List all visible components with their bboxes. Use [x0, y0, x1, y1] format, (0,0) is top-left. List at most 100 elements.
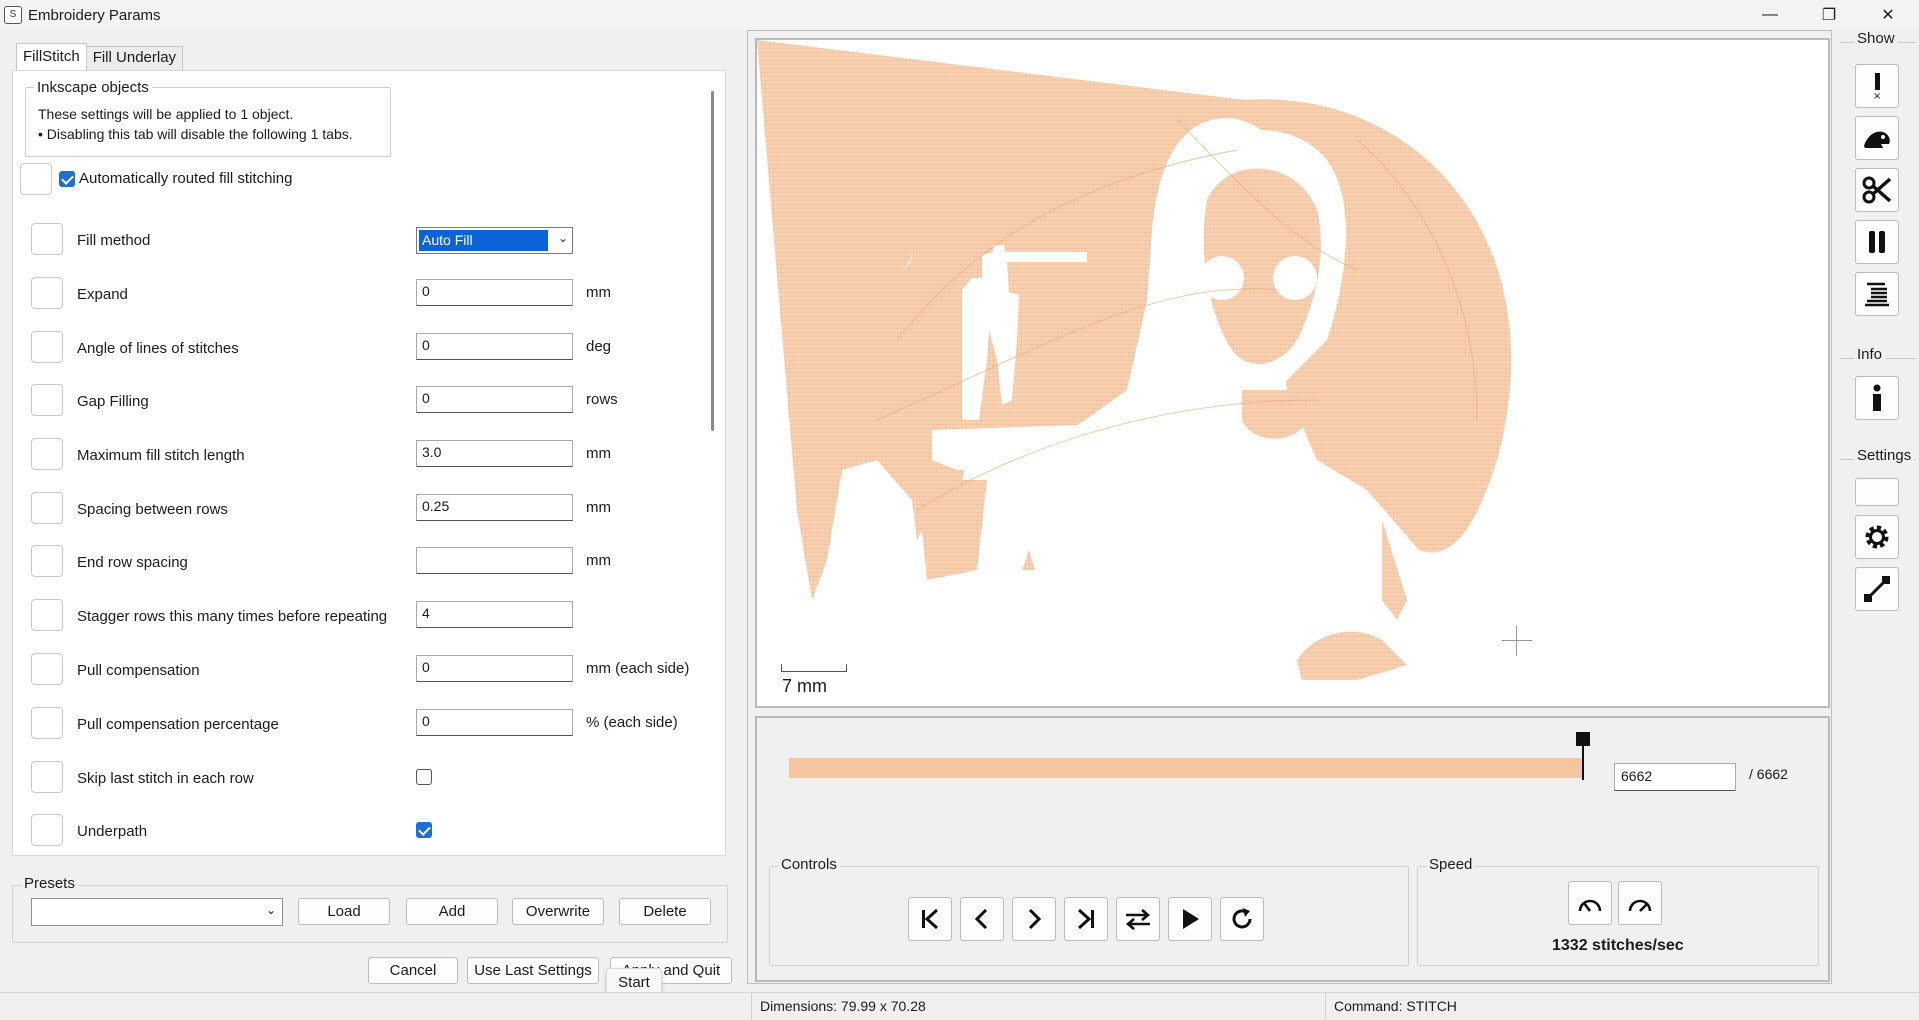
swap-direction-icon [1125, 909, 1151, 930]
pull-pct-label: Pull compensation percentage [77, 716, 279, 733]
stitch-progress-bar[interactable] [789, 758, 1583, 778]
delete-preset-button[interactable]: Delete [619, 898, 711, 925]
progress-handle[interactable] [1576, 732, 1590, 746]
total-stitches: / 6662 [1749, 766, 1788, 782]
stagger-input[interactable]: 4 [416, 601, 573, 628]
presets-group: Presets ⌄ Load Add Overwrite Delete [12, 875, 728, 943]
expand-input[interactable]: 0 [416, 279, 573, 306]
speed-readout: 1332 stitches/sec [1552, 937, 1684, 954]
frog-icon [1864, 131, 1890, 148]
info-button[interactable] [1855, 376, 1899, 420]
gap-input[interactable]: 0 [416, 386, 573, 413]
render-mode-button[interactable] [1855, 567, 1899, 611]
faster-button[interactable] [1618, 881, 1662, 925]
spacing-enable-toggle[interactable] [31, 492, 63, 524]
tab-fill-underlay[interactable]: Fill Underlay [85, 46, 184, 70]
last-stitch-button[interactable] [1064, 897, 1108, 941]
end-row-input[interactable] [416, 547, 573, 574]
angle-enable-toggle[interactable] [31, 331, 63, 363]
preferences-button[interactable] [1855, 515, 1899, 559]
end-row-label: End row spacing [77, 554, 188, 571]
chevron-right-icon [1028, 908, 1042, 930]
pull-comp-enable-toggle[interactable] [31, 653, 63, 685]
stitch-preview-graphic [757, 40, 1512, 680]
gear-icon [1865, 525, 1889, 549]
stagger-label: Stagger rows this many times before repe… [77, 608, 388, 625]
fill-method-select[interactable]: Auto Fill ⌄ [416, 227, 573, 254]
skip-last-label: Skip last stitch in each row [77, 770, 254, 787]
end-row-unit: mm [586, 552, 611, 569]
warning-marker-icon: × [1873, 73, 1881, 101]
underpath-checkbox[interactable] [416, 822, 432, 838]
show-errors-button[interactable]: × [1855, 64, 1899, 108]
auto-route-checkbox[interactable] [59, 171, 75, 187]
max-len-input[interactable]: 3.0 [416, 440, 573, 467]
speed-legend: Speed [1426, 856, 1476, 873]
fill-method-enable-toggle[interactable] [31, 223, 63, 255]
pull-pct-enable-toggle[interactable] [31, 707, 63, 739]
fill-method-label: Fill method [77, 232, 151, 249]
skip-last-enable-toggle[interactable] [31, 761, 63, 793]
underpath-enable-toggle[interactable] [31, 814, 63, 846]
show-stops-button[interactable] [1855, 220, 1899, 264]
end-row-enable-toggle[interactable] [31, 545, 63, 577]
close-button[interactable]: ✕ [1860, 0, 1916, 30]
first-stitch-button[interactable] [908, 897, 952, 941]
next-stitch-button[interactable] [1012, 897, 1056, 941]
show-legend: Show [1854, 30, 1898, 47]
auto-route-label: Automatically routed fill stitching [79, 170, 293, 187]
pull-comp-unit: mm (each side) [586, 660, 690, 677]
previous-stitch-button[interactable] [960, 897, 1004, 941]
use-last-settings-button[interactable]: Use Last Settings [467, 957, 599, 984]
max-len-enable-toggle[interactable] [31, 438, 63, 470]
add-preset-button[interactable]: Add [406, 898, 498, 925]
pull-comp-input[interactable]: 0 [416, 655, 573, 682]
chevron-down-icon: ⌄ [557, 231, 568, 245]
settings-blank-button[interactable] [1855, 478, 1899, 506]
gap-label: Gap Filling [77, 393, 149, 410]
group-legend: Inkscape objects [34, 79, 152, 96]
angle-unit: deg [586, 338, 612, 355]
cancel-button[interactable]: Cancel [368, 957, 458, 984]
speed-group: Speed 1332 stitches/sec [1417, 856, 1819, 966]
refresh-icon [1232, 908, 1252, 929]
tab-fillstitch[interactable]: FillStitch [16, 43, 87, 70]
pull-pct-input[interactable]: 0 [416, 709, 573, 736]
restart-button[interactable] [1220, 897, 1264, 941]
expand-enable-toggle[interactable] [31, 277, 63, 309]
scrollbar-thumb[interactable] [711, 91, 714, 431]
max-len-label: Maximum fill stitch length [77, 447, 245, 464]
stagger-enable-toggle[interactable] [31, 599, 63, 631]
skip-last-checkbox[interactable] [416, 769, 432, 785]
info-icon [1873, 384, 1881, 411]
underpath-label: Underpath [77, 823, 148, 840]
info-group: Info [1840, 346, 1916, 363]
overwrite-preset-button[interactable]: Overwrite [512, 898, 604, 925]
crosshair-icon [1502, 626, 1532, 656]
show-trims-button[interactable] [1855, 168, 1899, 212]
presets-legend: Presets [21, 875, 78, 892]
current-stitch-input[interactable]: 6662 [1614, 763, 1736, 791]
tab-bar: FillStitch Fill Underlay [16, 43, 184, 70]
restore-button[interactable]: ❐ [1801, 0, 1857, 30]
angle-input[interactable]: 0 [416, 333, 573, 360]
play-button[interactable] [1168, 897, 1212, 941]
show-commands-button[interactable] [1855, 272, 1899, 316]
auto-route-enable-toggle[interactable] [20, 163, 52, 195]
minimize-button[interactable]: — [1742, 0, 1798, 30]
spacing-input[interactable]: 0.25 [416, 494, 573, 521]
controls-legend: Controls [778, 856, 840, 873]
show-jumps-button[interactable] [1855, 116, 1899, 160]
settings-group: Settings [1840, 447, 1916, 464]
reverse-direction-button[interactable] [1116, 897, 1160, 941]
status-bar: Dimensions: 79.99 x 70.28 Command: STITC… [0, 992, 1919, 1020]
slower-button[interactable] [1568, 881, 1612, 925]
pull-comp-label: Pull compensation [77, 662, 200, 679]
pause-icon [1869, 231, 1885, 253]
progress-stem [1582, 744, 1584, 780]
load-preset-button[interactable]: Load [298, 898, 390, 925]
skip-to-start-icon [922, 908, 939, 930]
gap-enable-toggle[interactable] [31, 384, 63, 416]
preset-select[interactable]: ⌄ [31, 898, 283, 926]
stitch-preview-canvas[interactable]: 7 mm [755, 38, 1830, 708]
